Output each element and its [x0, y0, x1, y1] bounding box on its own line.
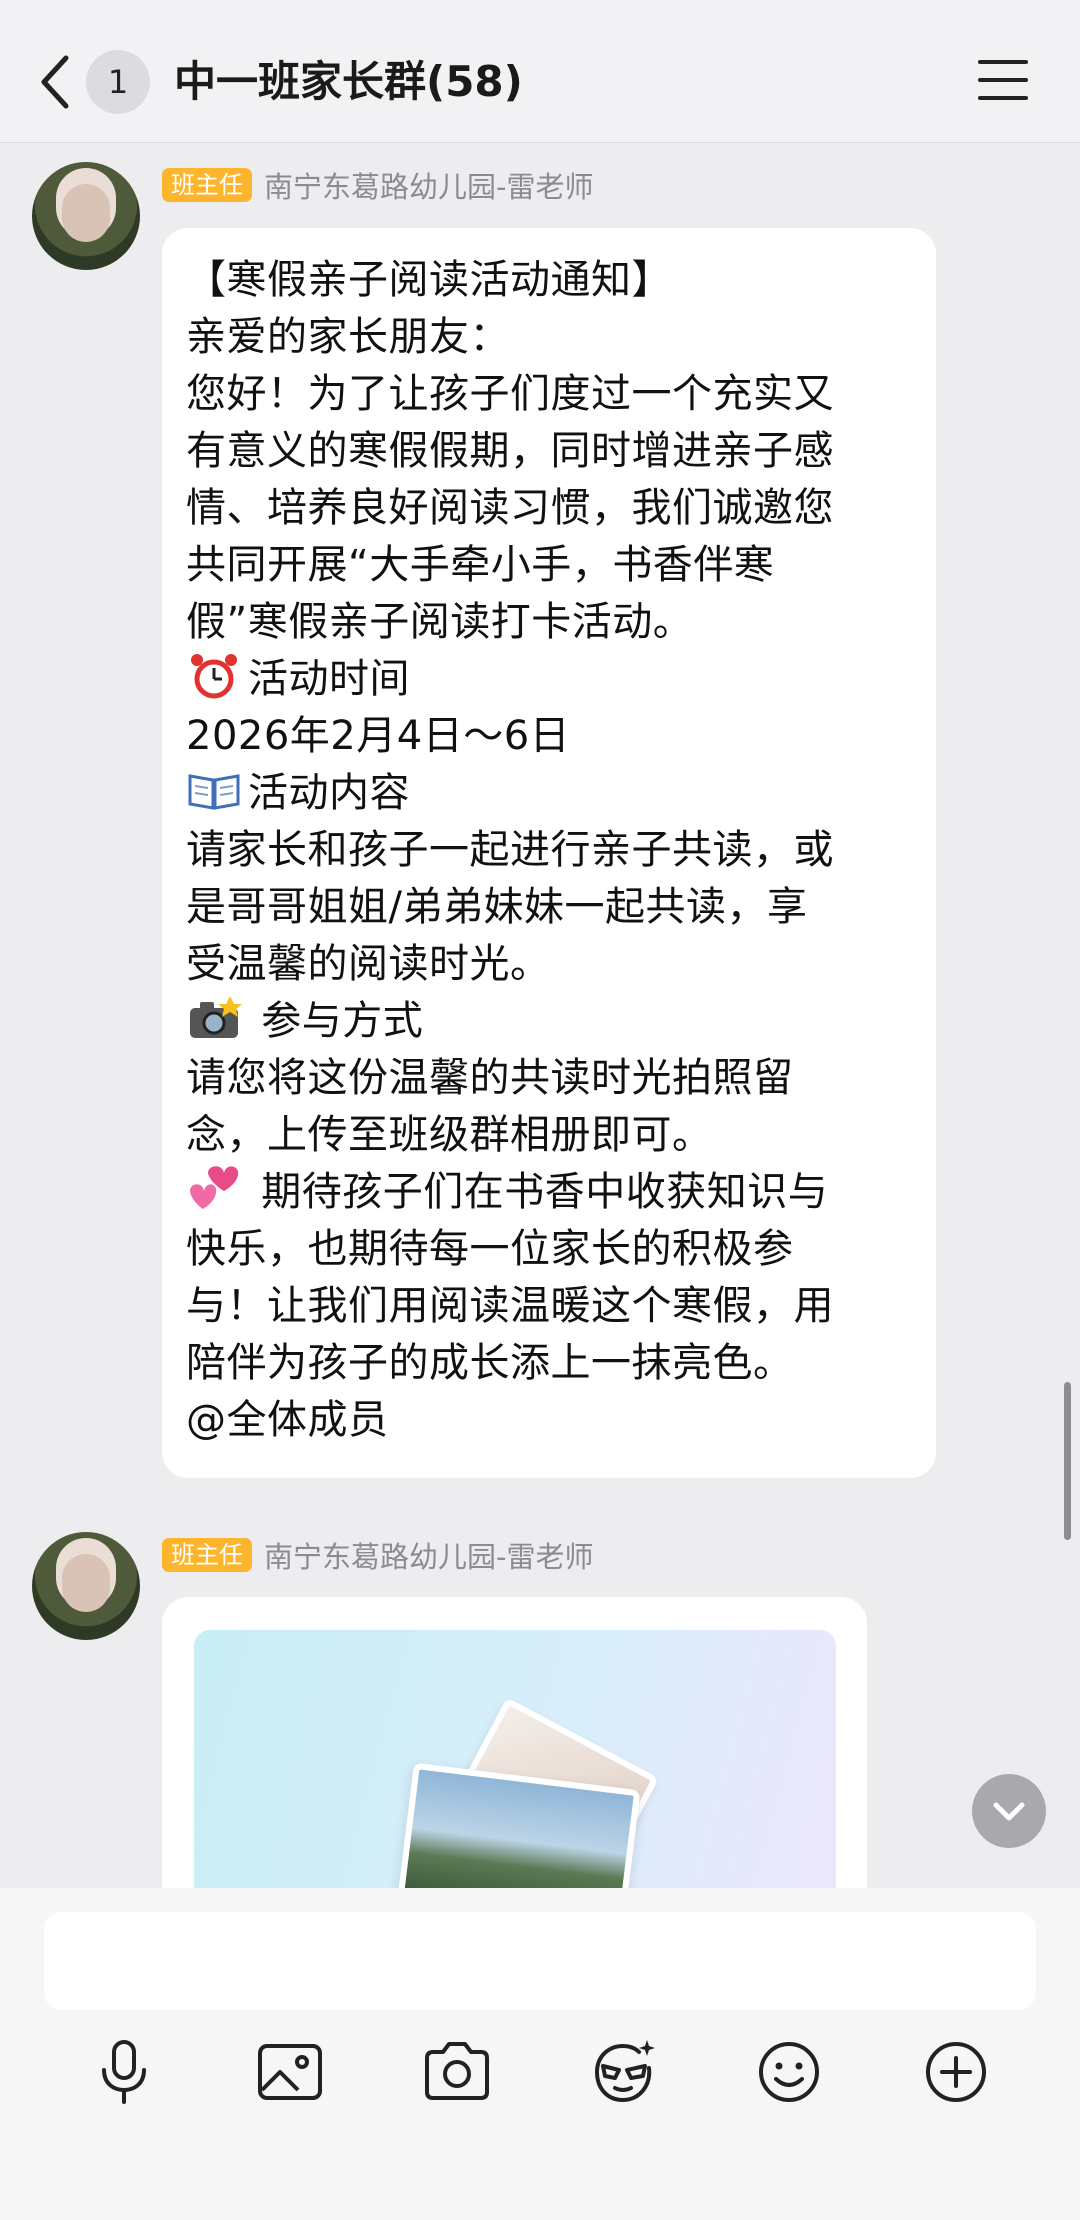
- mention-all[interactable]: @全体成员: [186, 1392, 910, 1449]
- message-line: 共同开展“大手牵小手，书香伴寒: [186, 542, 775, 588]
- role-badge: 班主任: [162, 1538, 252, 1572]
- message-line-text: 活动内容: [248, 770, 410, 816]
- message-line: 请家长和孩子一起进行亲子共读，或: [186, 827, 834, 873]
- message-line: 您好！为了让孩子们度过一个充实又: [186, 371, 834, 417]
- smiley-icon: [759, 2042, 819, 2102]
- sender-avatar[interactable]: [32, 1532, 140, 1640]
- message-bubble[interactable]: 【寒假亲子阅读活动通知】 亲爱的家长朋友： 您好！为了让孩子们度过一个充实又 有…: [162, 228, 936, 1478]
- back-button[interactable]: [36, 52, 78, 112]
- scrollbar[interactable]: [1064, 1382, 1071, 1540]
- sticker-button[interactable]: [585, 2034, 661, 2110]
- sender-row: 班主任 南宁东葛路幼儿园-雷老师: [162, 165, 593, 205]
- plus-circle-icon: [926, 2042, 986, 2102]
- album-message-bubble[interactable]: [162, 1597, 867, 1897]
- microphone-icon: [102, 2040, 146, 2104]
- message-line: 期待孩子们在书香中收获知识与: [186, 1164, 910, 1221]
- sender-name[interactable]: 南宁东葛路幼儿园-雷老师: [264, 1534, 593, 1576]
- message-line-text: 参与方式: [248, 998, 424, 1044]
- chevron-left-icon: [41, 55, 69, 109]
- message-line: 请您将这份温馨的共读时光拍照留: [186, 1055, 794, 1101]
- message-line-text: 活动时间: [248, 656, 410, 702]
- image-button[interactable]: [252, 2034, 328, 2110]
- message-line: 假”寒假亲子阅读打卡活动。: [186, 599, 694, 645]
- message-line: 有意义的寒假假期，同时增进亲子感: [186, 428, 834, 474]
- sender-name[interactable]: 南宁东葛路幼儿园-雷老师: [264, 164, 593, 206]
- message-line: 与！让我们用阅读温暖这个寒假，用: [186, 1283, 834, 1329]
- role-badge: 班主任: [162, 168, 252, 202]
- sender-avatar[interactable]: [32, 162, 140, 270]
- unread-count-badge[interactable]: 1: [86, 50, 150, 114]
- camera-icon: [425, 2042, 489, 2100]
- sticker-face-icon: [595, 2040, 655, 2103]
- message-line: 快乐，也期待每一位家长的积极参: [186, 1226, 794, 1272]
- message-line: 活动内容: [186, 765, 910, 822]
- camera-button[interactable]: [419, 2034, 495, 2110]
- message-line: 情、培养良好阅读习惯，我们诚邀您: [186, 485, 834, 531]
- message-line: 2026年2月4日～6日: [186, 713, 571, 759]
- open-book-icon: [188, 774, 240, 810]
- message-line: 受温馨的阅读时光。: [186, 941, 551, 987]
- message-line: 念，上传至班级群相册即可。: [186, 1112, 713, 1158]
- message-line: 是哥哥姐姐/弟弟妹妹一起共读，享: [186, 884, 808, 930]
- chat-title[interactable]: 中一班家长群(58): [174, 50, 523, 114]
- chat-header: 1 中一班家长群(58): [0, 0, 1080, 143]
- message-line-text: 期待孩子们在书香中收获知识与: [248, 1169, 829, 1215]
- emoji-button[interactable]: [751, 2034, 827, 2110]
- scroll-to-bottom-button[interactable]: [972, 1774, 1046, 1848]
- chevron-down-icon: [993, 1802, 1025, 1821]
- more-button[interactable]: [918, 2034, 994, 2110]
- hamburger-menu-icon: [978, 60, 1028, 100]
- two-hearts-icon: [190, 1166, 239, 1209]
- message-line: 参与方式: [186, 993, 910, 1050]
- voice-button[interactable]: [86, 2034, 162, 2110]
- sender-row: 班主任 南宁东葛路幼儿园-雷老师: [162, 1535, 593, 1575]
- message-line: 活动时间: [186, 651, 910, 708]
- input-bar: [0, 1888, 1080, 2220]
- image-icon: [258, 2044, 322, 2100]
- message-line: 【寒假亲子阅读活动通知】: [186, 257, 672, 303]
- photo-album-icon[interactable]: [194, 1630, 836, 1897]
- message-line: 亲爱的家长朋友：: [186, 314, 510, 360]
- message-input[interactable]: [44, 1912, 1036, 2010]
- menu-button[interactable]: [978, 60, 1028, 104]
- alarm-clock-icon: [191, 654, 237, 699]
- message-line: 陪伴为孩子的成长添上一抹亮色。: [186, 1340, 794, 1386]
- camera-flash-icon: [190, 996, 242, 1038]
